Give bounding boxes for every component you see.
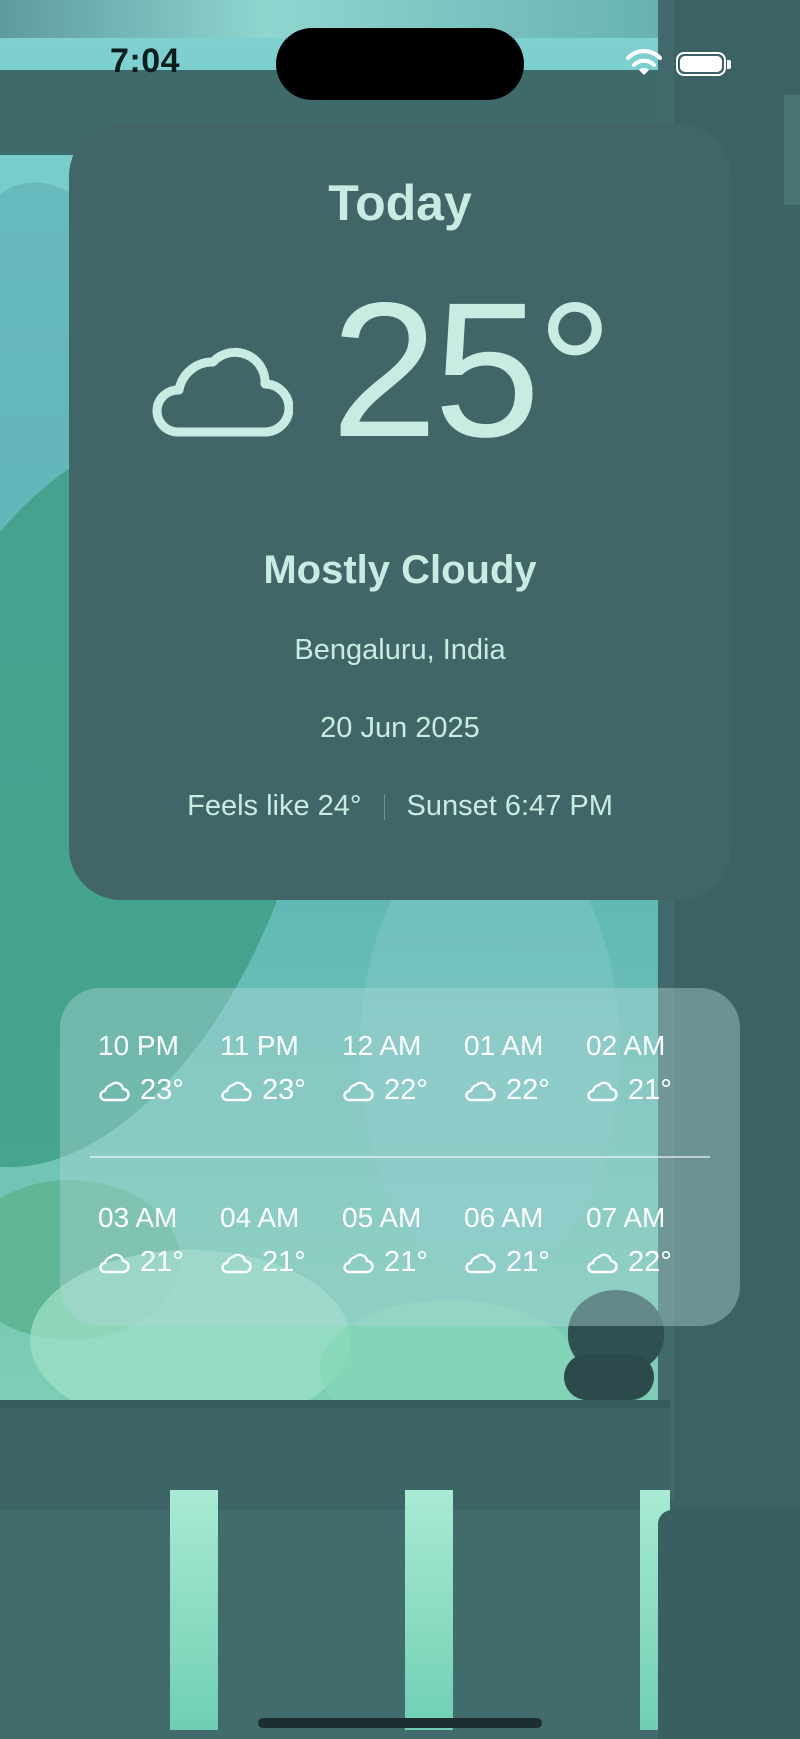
hour-time: 05 AM	[342, 1202, 422, 1233]
hour-temp: 22°	[506, 1074, 550, 1106]
wall-slit	[170, 1490, 218, 1730]
hour-temp: 22°	[384, 1074, 428, 1106]
hour-time: 02 AM	[586, 1030, 666, 1061]
hourly-row: 03 AM 21° 04 AM 21° 05 AM 21° 06 AM 21° …	[98, 1202, 708, 1279]
cloud-icon	[587, 1081, 618, 1101]
home-indicator[interactable]	[258, 1718, 542, 1728]
cloud-icon	[465, 1081, 496, 1101]
window-sill	[0, 1400, 670, 1528]
hourly-item: 12 AM 22°	[342, 1030, 464, 1107]
hour-temp: 21°	[140, 1246, 184, 1278]
hour-temp: 21°	[262, 1246, 306, 1278]
hour-temp: 23°	[262, 1074, 306, 1106]
cloud-icon	[99, 1253, 130, 1273]
hourly-item: 03 AM 21°	[98, 1202, 220, 1279]
cloud-icon	[221, 1253, 252, 1273]
hour-temp: 21°	[628, 1074, 672, 1106]
weather-extras: Feels like 24° Sunset 6:47 PM	[69, 790, 731, 823]
cloud-icon	[587, 1253, 618, 1273]
hourly-item: 06 AM 21°	[464, 1202, 586, 1279]
current-temperature: 25°	[331, 262, 613, 477]
hour-temp: 23°	[140, 1074, 184, 1106]
hourly-forecast-panel: 10 PM 23° 11 PM 23° 12 AM 22° 01 AM 22° …	[60, 988, 740, 1326]
wifi-icon	[626, 49, 662, 75]
card-title: Today	[328, 175, 472, 231]
extras-divider	[383, 793, 385, 820]
hour-temp: 21°	[506, 1246, 550, 1278]
wall-slit	[405, 1490, 453, 1730]
hour-time: 10 PM	[98, 1030, 179, 1061]
today-weather-card: Today 25° Mostly Cloudy Bengaluru, India…	[69, 124, 731, 900]
status-bar: 7:04	[0, 0, 800, 120]
hourly-item: 10 PM 23°	[98, 1030, 220, 1107]
cloud-icon	[343, 1081, 374, 1101]
weather-condition: Mostly Cloudy	[263, 548, 537, 592]
hourly-divider	[90, 1156, 710, 1158]
hourly-item: 02 AM 21°	[586, 1030, 708, 1107]
hour-time: 04 AM	[220, 1202, 300, 1233]
location-label: Bengaluru, India	[294, 634, 506, 666]
hour-temp: 22°	[628, 1246, 672, 1278]
hourly-item: 11 PM 23°	[220, 1030, 342, 1107]
critter-body	[564, 1354, 654, 1400]
cloud-icon	[99, 1081, 130, 1101]
lower-wall	[0, 1510, 670, 1739]
date-label: 20 Jun 2025	[320, 712, 480, 744]
hour-time: 07 AM	[586, 1202, 666, 1233]
sunset-label: Sunset 6:47 PM	[406, 790, 613, 822]
hour-time: 03 AM	[98, 1202, 178, 1233]
corner-box	[658, 1510, 800, 1739]
hour-time: 11 PM	[220, 1030, 299, 1061]
cloud-icon	[465, 1253, 496, 1273]
cloud-icon	[152, 347, 293, 437]
hourly-item: 05 AM 21°	[342, 1202, 464, 1279]
hour-temp: 21°	[384, 1246, 428, 1278]
hourly-item: 07 AM 22°	[586, 1202, 708, 1279]
cloud-icon	[343, 1253, 374, 1273]
hourly-item: 01 AM 22°	[464, 1030, 586, 1107]
hour-time: 06 AM	[464, 1202, 544, 1233]
hour-time: 01 AM	[464, 1030, 544, 1061]
cloud-icon	[221, 1081, 252, 1101]
battery-icon	[676, 52, 731, 76]
hourly-row: 10 PM 23° 11 PM 23° 12 AM 22° 01 AM 22° …	[98, 1030, 708, 1107]
feels-like-label: Feels like 24°	[187, 790, 362, 822]
hour-time: 12 AM	[342, 1030, 422, 1061]
dynamic-island	[276, 28, 524, 100]
hourly-item: 04 AM 21°	[220, 1202, 342, 1279]
status-time: 7:04	[110, 42, 181, 80]
